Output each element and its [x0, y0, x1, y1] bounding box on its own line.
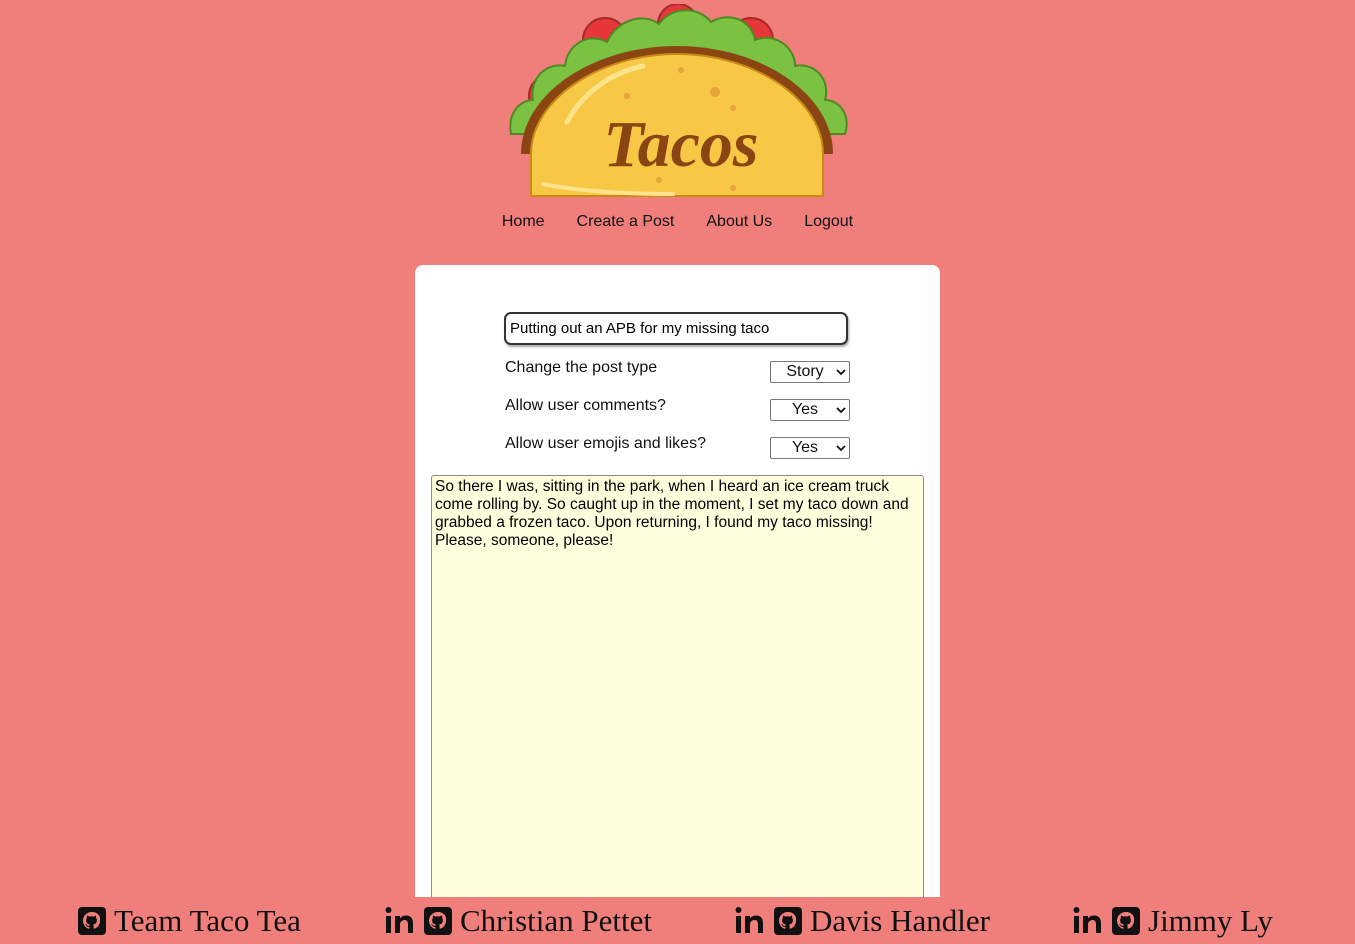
github-icon[interactable] [424, 907, 452, 935]
post-type-label: Change the post type [505, 359, 658, 376]
chevron-down-icon [833, 444, 849, 452]
github-icon[interactable] [78, 907, 106, 935]
credit-name: Team Taco Tea [114, 903, 301, 938]
chevron-down-icon [833, 368, 849, 376]
linkedin-icon[interactable] [1073, 905, 1108, 937]
nav-create-post-link[interactable]: Create a Post [577, 213, 675, 231]
github-icon[interactable] [774, 907, 802, 935]
nav-about-us-link[interactable]: About Us [706, 213, 772, 231]
credit-name: Davis Handler [810, 903, 990, 938]
linkedin-icon[interactable] [385, 905, 420, 937]
credit-team-taco-tea[interactable]: Team Taco Tea [78, 903, 301, 939]
allow-emojis-value: Yes [791, 439, 819, 456]
tacos-logo[interactable]: Tacos [503, 4, 851, 198]
nav-home-link[interactable]: Home [502, 213, 545, 231]
allow-comments-row: Allow user comments? Yes [505, 397, 850, 421]
allow-emojis-label: Allow user emojis and likes? [505, 435, 706, 452]
allow-comments-select[interactable]: Yes [770, 399, 850, 421]
taco-icon: Tacos [509, 4, 848, 197]
allow-emojis-select[interactable]: Yes [770, 437, 850, 459]
post-title-input[interactable] [504, 312, 848, 345]
footer: Team Taco Tea Christian Pettet Davis Han… [0, 897, 1355, 944]
credit-name: Jimmy Ly [1148, 903, 1273, 938]
allow-comments-label: Allow user comments? [505, 397, 666, 414]
post-type-row: Change the post type Story [505, 359, 850, 383]
github-icon[interactable] [1112, 907, 1140, 935]
edit-post-card: Change the post type Story Allow user co… [415, 265, 940, 905]
allow-comments-value: Yes [791, 401, 819, 418]
nav-logout-link[interactable]: Logout [804, 213, 853, 231]
page: Tacos Home Create a Post About Us Logout… [0, 0, 1355, 944]
linkedin-icon[interactable] [735, 905, 770, 937]
post-body-textarea[interactable]: So there I was, sitting in the park, whe… [431, 475, 924, 905]
credit-jimmy-ly[interactable]: Jimmy Ly [1073, 903, 1273, 939]
post-type-select[interactable]: Story [770, 361, 850, 383]
credit-davis-handler[interactable]: Davis Handler [735, 903, 990, 939]
chevron-down-icon [833, 406, 849, 414]
post-type-value: Story [786, 363, 824, 380]
main-nav: Home Create a Post About Us Logout [0, 213, 1355, 231]
credit-name: Christian Pettet [460, 903, 653, 938]
credit-christian-pettet[interactable]: Christian Pettet [385, 903, 652, 939]
allow-emojis-row: Allow user emojis and likes? Yes [505, 435, 850, 459]
logo-text: Tacos [603, 108, 758, 181]
